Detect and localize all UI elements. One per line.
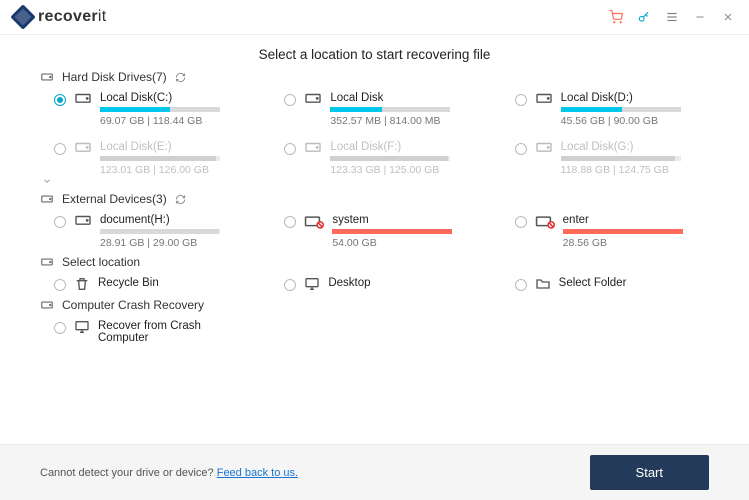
footer-text: Cannot detect your drive or device? Feed… xyxy=(40,467,298,479)
crash-name: Recover from Crash Computer xyxy=(98,320,248,344)
drive-item-c[interactable]: Local Disk(C:) 69.07 GB | 118.44 GB xyxy=(54,92,248,127)
radio-e[interactable] xyxy=(54,143,66,155)
drive-name: document(H:) xyxy=(100,214,248,226)
drive-icon xyxy=(74,213,92,227)
drive-icon xyxy=(304,91,322,105)
crash-computer-icon xyxy=(74,319,90,335)
ext-item-system[interactable]: system 54.00 GB xyxy=(284,214,478,249)
radio-sys[interactable] xyxy=(284,216,296,228)
crash-item-recover[interactable]: Recover from Crash Computer xyxy=(54,320,248,344)
drive-item-d[interactable]: Local Disk(D:) 45.56 GB | 90.00 GB xyxy=(515,92,709,127)
radio-h[interactable] xyxy=(54,216,66,228)
logo-mark-icon xyxy=(10,4,35,29)
radio-g[interactable] xyxy=(515,143,527,155)
key-icon[interactable] xyxy=(637,10,651,24)
drive-name: enter xyxy=(563,214,709,226)
loc-grid: Recycle Bin Desktop Select Folder xyxy=(54,277,709,292)
hdd-icon xyxy=(40,192,54,206)
section-ext-label: External Devices(3) xyxy=(62,192,167,206)
section-loc-label: Select location xyxy=(62,255,140,269)
drive-name: Local Disk(E:) xyxy=(100,141,248,153)
section-loc-header: Select location xyxy=(40,255,709,269)
drive-item-f[interactable]: Local Disk(F:) 123.33 GB | 125.00 GB xyxy=(284,141,478,176)
drive-name: Local Disk(C:) xyxy=(100,92,248,104)
hdd-icon xyxy=(40,70,54,84)
drive-item-e[interactable]: Local Disk(E:) 123.01 GB | 126.00 GB xyxy=(54,141,248,176)
minimize-button[interactable] xyxy=(693,10,707,24)
feedback-link[interactable]: Feed back to us. xyxy=(217,467,298,479)
drive-icon xyxy=(74,91,92,105)
main-content: Select a location to start recovering fi… xyxy=(0,35,749,444)
drive-blocked-icon xyxy=(304,213,324,229)
app-logo: recoverit xyxy=(14,8,107,26)
drive-icon xyxy=(74,140,92,154)
radio-ld[interactable] xyxy=(284,94,296,106)
footer-bar: Cannot detect your drive or device? Feed… xyxy=(0,444,749,500)
expand-hdd[interactable] xyxy=(40,176,709,186)
menu-icon[interactable] xyxy=(665,10,679,24)
page-title: Select a location to start recovering fi… xyxy=(40,47,709,62)
hdd-icon xyxy=(40,255,54,269)
drive-stats: 54.00 GB xyxy=(332,237,478,249)
drive-name: system xyxy=(332,214,478,226)
radio-recycle[interactable] xyxy=(54,279,66,291)
section-hdd-label: Hard Disk Drives(7) xyxy=(62,70,167,84)
drive-stats: 118.88 GB | 124.75 GB xyxy=(561,164,709,176)
drive-icon xyxy=(535,140,553,154)
drive-blocked-icon xyxy=(535,213,555,229)
drive-stats: 69.07 GB | 118.44 GB xyxy=(100,115,248,127)
radio-c[interactable] xyxy=(54,94,66,106)
start-button[interactable]: Start xyxy=(590,455,709,490)
loc-name: Select Folder xyxy=(559,277,709,289)
hdd-icon xyxy=(40,298,54,312)
loc-name: Desktop xyxy=(328,277,478,289)
refresh-icon[interactable] xyxy=(175,194,186,205)
radio-d[interactable] xyxy=(515,94,527,106)
ext-item-enter[interactable]: enter 28.56 GB xyxy=(515,214,709,249)
drive-name: Local Disk xyxy=(330,92,478,104)
drive-item-g[interactable]: Local Disk(G:) 118.88 GB | 124.75 GB xyxy=(515,141,709,176)
loc-name: Recycle Bin xyxy=(98,277,248,289)
drive-stats: 28.56 GB xyxy=(563,237,709,249)
drive-item-localdisk[interactable]: Local Disk 352.57 MB | 814.00 MB xyxy=(284,92,478,127)
folder-icon xyxy=(535,276,551,292)
radio-f[interactable] xyxy=(284,143,296,155)
ext-item-h[interactable]: document(H:) 28.91 GB | 29.00 GB xyxy=(54,214,248,249)
desktop-icon xyxy=(304,276,320,292)
drive-name: Local Disk(G:) xyxy=(561,141,709,153)
drive-stats: 123.01 GB | 126.00 GB xyxy=(100,164,248,176)
section-hdd-header: Hard Disk Drives(7) xyxy=(40,70,709,84)
radio-desktop[interactable] xyxy=(284,279,296,291)
loc-item-folder[interactable]: Select Folder xyxy=(515,277,709,292)
cart-icon[interactable] xyxy=(609,10,623,24)
drive-name: Local Disk(F:) xyxy=(330,141,478,153)
title-bar: recoverit xyxy=(0,0,749,35)
section-crash-header: Computer Crash Recovery xyxy=(40,298,709,312)
window-controls xyxy=(609,10,735,24)
drive-stats: 352.57 MB | 814.00 MB xyxy=(330,115,478,127)
recycle-bin-icon xyxy=(74,276,90,292)
radio-ent[interactable] xyxy=(515,216,527,228)
close-button[interactable] xyxy=(721,10,735,24)
chevron-down-icon xyxy=(40,176,54,186)
drive-stats: 123.33 GB | 125.00 GB xyxy=(330,164,478,176)
drive-stats: 28.91 GB | 29.00 GB xyxy=(100,237,248,249)
drive-icon xyxy=(535,91,553,105)
loc-item-desktop[interactable]: Desktop xyxy=(284,277,478,292)
drive-name: Local Disk(D:) xyxy=(561,92,709,104)
radio-folder[interactable] xyxy=(515,279,527,291)
crash-grid: Recover from Crash Computer xyxy=(54,320,709,344)
loc-item-recycle[interactable]: Recycle Bin xyxy=(54,277,248,292)
ext-grid: document(H:) 28.91 GB | 29.00 GB system … xyxy=(54,214,709,249)
section-crash-label: Computer Crash Recovery xyxy=(62,298,204,312)
drive-stats: 45.56 GB | 90.00 GB xyxy=(561,115,709,127)
refresh-icon[interactable] xyxy=(175,72,186,83)
logo-text: recoverit xyxy=(38,8,107,26)
radio-crash[interactable] xyxy=(54,322,66,334)
drive-icon xyxy=(304,140,322,154)
section-ext-header: External Devices(3) xyxy=(40,192,709,206)
hdd-grid: Local Disk(C:) 69.07 GB | 118.44 GB Loca… xyxy=(54,92,709,176)
